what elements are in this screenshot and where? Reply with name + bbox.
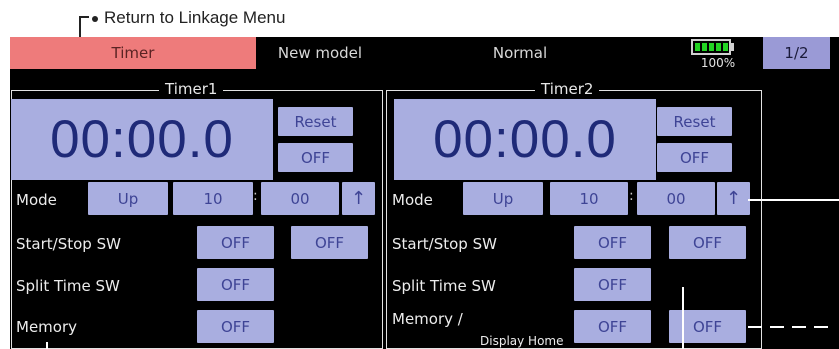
timer1-time-display[interactable]: 00:00.0 (11, 99, 273, 180)
timer2-stop-switch-button[interactable]: OFF (669, 226, 746, 259)
timer-tab-button[interactable]: Timer (10, 37, 256, 69)
callout-line-vertical (682, 287, 684, 349)
battery-percent: 100% (700, 56, 736, 70)
timer1-minutes-button[interactable]: 10 (173, 182, 253, 215)
timer2-colon: : (629, 188, 634, 204)
timer1-memory-label: Memory (16, 318, 78, 336)
timer2-start-stop-label: Start/Stop SW (392, 235, 497, 253)
callout-dash-4 (814, 326, 828, 328)
timer2-title: Timer2 (535, 81, 600, 97)
timer2-mode-label: Mode (392, 191, 433, 209)
timer1-stop-switch-button[interactable]: OFF (291, 226, 368, 259)
timer1-colon: : (253, 188, 258, 204)
timer1-seconds-button[interactable]: 00 (261, 182, 339, 215)
timer2-memory-switch-button[interactable]: OFF (574, 310, 651, 343)
timer2-mode-button[interactable]: Up (463, 182, 543, 215)
timer1-title: Timer1 (159, 81, 224, 97)
return-to-linkage-note: Return to Linkage Menu (92, 8, 285, 28)
timer2-display-home-switch-button[interactable]: OFF (669, 310, 746, 343)
callout-dash-2 (770, 326, 784, 328)
timer2-start-switch-button[interactable]: OFF (574, 226, 651, 259)
timer1-memory-switch-button[interactable]: OFF (197, 310, 274, 343)
timer2-time-display[interactable]: 00:00.0 (394, 99, 656, 180)
bullet-icon (92, 15, 98, 22)
timer1-split-label: Split Time SW (16, 277, 120, 295)
transmitter-screen: Timer New model Normal 100% 1/2 Timer1 0… (10, 37, 839, 349)
timer2-direction-arrow-button[interactable]: ↑ (717, 182, 750, 215)
timer2-reset-switch[interactable]: OFF (657, 143, 732, 172)
timer1-start-stop-label: Start/Stop SW (16, 235, 121, 253)
timer1-reset-button[interactable]: Reset (278, 107, 353, 136)
timer2-minutes-button[interactable]: 10 (550, 182, 628, 215)
timer2-display-home-label: Display Home (480, 334, 564, 348)
annotation-leader-tick (79, 16, 89, 18)
callout-dash-3 (792, 326, 806, 328)
page-indicator-button[interactable]: 1/2 (763, 37, 830, 69)
battery-icon (688, 38, 740, 56)
timer2-split-label: Split Time SW (392, 277, 496, 295)
timer1-mode-button[interactable]: Up (88, 182, 168, 215)
condition-name: Normal (492, 44, 548, 62)
timer2-split-switch-button[interactable]: OFF (574, 268, 651, 301)
callout-line-arrow (748, 199, 839, 201)
timer2-memory-label: Memory / (392, 310, 463, 328)
callout-dash-1 (748, 326, 762, 328)
timer1-mode-label: Mode (16, 191, 57, 209)
timer2-seconds-button[interactable]: 00 (637, 182, 715, 215)
return-note-text: Return to Linkage Menu (104, 8, 286, 27)
callout-line-memory (46, 342, 48, 349)
model-name: New model (277, 44, 363, 62)
timer1-start-switch-button[interactable]: OFF (197, 226, 274, 259)
timer1-split-switch-button[interactable]: OFF (197, 268, 274, 301)
timer2-reset-button[interactable]: Reset (657, 107, 732, 136)
timer1-reset-switch[interactable]: OFF (278, 143, 353, 172)
timer1-direction-arrow-button[interactable]: ↑ (342, 182, 375, 215)
